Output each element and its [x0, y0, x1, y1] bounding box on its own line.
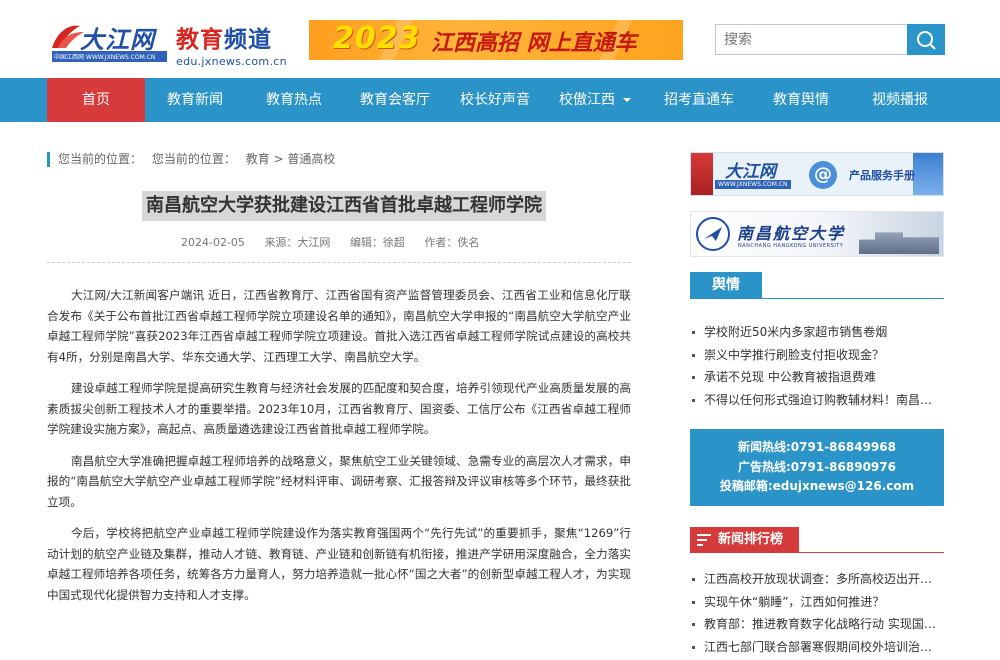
nav-item-label: 教育新闻 — [167, 92, 223, 108]
breadcrumb-prefix: 您当前的位置： — [58, 152, 143, 166]
article-divider — [47, 262, 631, 263]
edu-channel-title: 教育频道 — [176, 20, 286, 54]
ad-hotline: 广告热线:0791-86890976 — [738, 459, 896, 474]
nav-item-label: 视频播报 — [872, 92, 928, 108]
search-icon — [917, 31, 936, 50]
list-item[interactable]: 教育部：推进教育数字化战略行动 实现国家智慧教育平台全覆盖 — [690, 613, 944, 636]
yuqing-tab[interactable]: 舆情 — [690, 272, 762, 299]
banner-year: 2023 — [333, 21, 421, 56]
article-paragraph: 南昌航空大学准确把握卓越工程师培养的战略意义，聚焦航空工业关键领域、急需专业的高… — [47, 453, 631, 509]
nav-item-label: 校长好声音 — [460, 92, 530, 108]
breadcrumb: 您当前的位置： 您当前的位置： 教育 > 普通高校 — [47, 152, 341, 167]
submission-email[interactable]: 投稿邮箱:edujxnews@126.com — [690, 477, 944, 497]
article-author: 作者：佚名 — [424, 236, 480, 249]
list-item[interactable]: 承诺不兑现 中公教育被指退费难 — [690, 366, 944, 389]
list-item[interactable]: 不得以任何形式强迫订购教辅材料！南昌县教育体育局发布通知 — [690, 389, 944, 412]
nav-item-edu-news[interactable]: 教育新闻 — [145, 78, 245, 122]
nav-item-principal-voice[interactable]: 校长好声音 — [447, 78, 543, 122]
nav-item-label: 招考直通车 — [664, 92, 734, 108]
edu-channel-url: edu.jxnews.com.cn — [176, 55, 287, 68]
article-title: 南昌航空大学获批建设江西省首批卓越工程师学院 — [142, 191, 546, 221]
yuqing-section-header: 舆情 — [690, 272, 944, 299]
nav-item-label: 首页 — [82, 92, 110, 108]
jxnews-logo-name: 大江网 — [80, 25, 155, 54]
nav-item-label: 校傲江西 — [559, 92, 615, 108]
news-rank-title: 新闻排行榜 — [718, 532, 784, 547]
university-emblem-icon — [696, 217, 730, 251]
list-item[interactable]: 学校附近50米内多家超市销售卷烟 — [690, 321, 944, 344]
breadcrumb-path[interactable]: 教育 > 普通高校 — [246, 152, 336, 166]
ad-text: 产品服务手册 — [849, 169, 915, 182]
nav-item-edu-hot[interactable]: 教育热点 — [245, 78, 343, 122]
list-item[interactable]: 崇义中学推行刷脸支付拒收现金？ — [690, 344, 944, 367]
nav-item-edu-salon[interactable]: 教育会客厅 — [343, 78, 447, 122]
nav-item-admission[interactable]: 招考直通车 — [647, 78, 751, 122]
news-rank-tab[interactable]: 新闻排行榜 — [690, 527, 799, 553]
search-box — [715, 24, 945, 55]
article-body: 大江网/大江新闻客户端讯 近日，江西省教育厅、江西省国有资产监督管理委员会、江西… — [47, 285, 631, 616]
jxnews-service-ad[interactable]: 大江网 WWW.JXNEWS.COM.CN @ 产品服务手册 — [690, 152, 944, 196]
jxnews-logo[interactable]: 大江网 中国江西网 WWW.JXNEWS.COM.CN — [50, 20, 170, 62]
search-input[interactable] — [716, 25, 908, 54]
campus-building-image — [859, 232, 939, 254]
university-name-en: NANCHANG HANGKONG UNIVERSITY — [738, 243, 844, 249]
article-meta: 2024-02-05 来源：大江网 编辑：徐超 作者：佚名 — [181, 234, 495, 250]
plane-icon — [704, 227, 722, 241]
edu-channel-title-red: 教育 — [176, 27, 224, 53]
article-paragraph: 大江网/大江新闻客户端讯 近日，江西省教育厅、江西省国有资产监督管理委员会、江西… — [47, 288, 631, 364]
list-item[interactable]: 江西高校开放现状调查：多所高校迈出开放第一步 — [690, 568, 944, 591]
hotline-box: 新闻热线:0791-86849968 广告热线:0791-86890976 投稿… — [690, 429, 944, 506]
breadcrumb-prefix-2: 您当前的位置： — [151, 152, 236, 166]
nchu-ad[interactable]: 南昌航空大学 NANCHANG HANGKONG UNIVERSITY — [690, 211, 944, 257]
ad-blue-band — [913, 153, 943, 195]
edu-channel-title-blue: 频道 — [224, 27, 272, 53]
ranking-icon — [697, 534, 711, 546]
nav-item-video[interactable]: 视频播报 — [851, 78, 949, 122]
nav-item-label: 教育舆情 — [773, 92, 829, 108]
site-header: 大江网 中国江西网 WWW.JXNEWS.COM.CN 教育频道 edu.jxn… — [0, 0, 1000, 78]
edu-channel-logo[interactable]: 教育频道 edu.jxnews.com.cn — [176, 20, 287, 68]
university-name: 南昌航空大学 — [737, 224, 846, 243]
jxnews-logo-url: 中国江西网 WWW.JXNEWS.COM.CN — [52, 51, 167, 62]
chevron-down-icon — [623, 98, 631, 102]
ad-logo-name: 大江网 — [725, 162, 776, 182]
list-item[interactable]: 实现午休“躺睡”，江西如何推进？ — [690, 591, 944, 614]
gaokao-banner[interactable]: 2023 江西高招 网上直通车 — [309, 20, 683, 60]
banner-text: 江西高招 网上直通车 — [431, 31, 637, 56]
article-date: 2024-02-05 — [181, 236, 245, 249]
article-paragraph: 今后，学校将把航空产业卓越工程师学院建设作为落实教育强国两个“先行先试”的重要抓… — [47, 526, 631, 602]
nav-item-xiaoao[interactable]: 校傲江西 — [543, 78, 647, 122]
yuqing-list: 学校附近50米内多家超市销售卷烟 崇义中学推行刷脸支付拒收现金？ 承诺不兑现 中… — [690, 321, 944, 411]
main-nav: 首页 教育新闻 教育热点 教育会客厅 校长好声音 校傲江西 招考直通车 教育舆情… — [0, 78, 1000, 122]
nav-item-home[interactable]: 首页 — [47, 78, 145, 122]
article-paragraph: 建设卓越工程师学院是提高研究生教育与经济社会发展的匹配度和契合度，培养引领现代产… — [47, 381, 631, 436]
news-rank-list: 江西高校开放现状调查：多所高校迈出开放第一步 实现午休“躺睡”，江西如何推进？ … — [690, 568, 944, 658]
list-item[interactable]: 江西七部门联合部署寒假期间校外培训治理工作 — [690, 636, 944, 659]
nav-item-label: 教育会客厅 — [360, 92, 430, 108]
article-source: 来源：大江网 — [264, 236, 331, 249]
at-sign-icon: @ — [809, 161, 837, 189]
news-hotline: 新闻热线:0791-86849968 — [738, 440, 896, 454]
ad-red-band — [691, 153, 713, 195]
nav-item-label: 教育热点 — [266, 92, 322, 108]
nav-item-edu-opinion[interactable]: 教育舆情 — [751, 78, 851, 122]
search-button[interactable] — [907, 24, 945, 55]
article-editor: 编辑：徐超 — [349, 236, 405, 249]
ad-logo-url: WWW.JXNEWS.COM.CN — [715, 180, 791, 189]
news-rank-header: 新闻排行榜 — [690, 527, 944, 553]
